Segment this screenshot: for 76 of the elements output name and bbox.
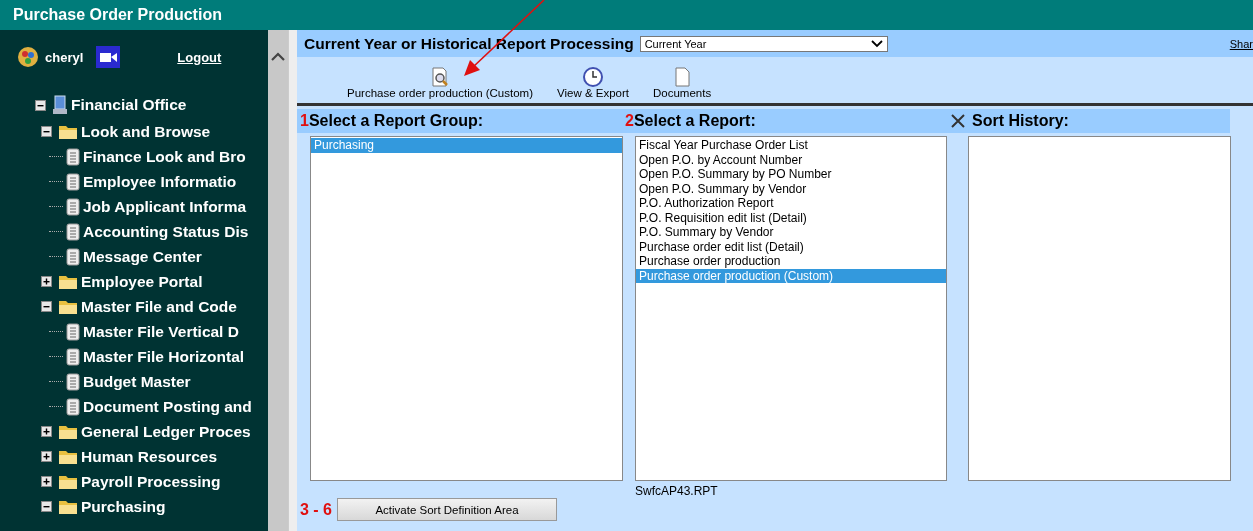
tree-item[interactable]: Message Center (83, 247, 202, 266)
scrollbar[interactable] (268, 30, 288, 531)
avatar-icon (17, 46, 39, 68)
tree-item[interactable]: Master File Horizontal (83, 347, 245, 366)
collapse-toggle[interactable] (41, 126, 52, 137)
list-item[interactable]: Open P.O. by Account Number (636, 152, 946, 167)
user-name: cheryl (45, 49, 84, 65)
collapse-toggle[interactable] (35, 99, 46, 111)
activate-button[interactable]: Activate Sort Definition Area (337, 498, 557, 521)
tree-item[interactable]: Job Applicant Informa (83, 197, 247, 216)
window-title: Purchase Order Production (13, 6, 222, 24)
tree-item[interactable]: Human Resources (81, 447, 218, 466)
page-icon (674, 67, 691, 87)
folder-icon (58, 423, 78, 440)
file-name: SwfcAP43.RPT (635, 484, 719, 498)
tree-item[interactable]: Finance Look and Bro (83, 147, 246, 166)
collapse-toggle[interactable] (41, 301, 52, 312)
folder-icon (58, 448, 78, 465)
section-title: Current Year or Historical Report Processing (304, 34, 634, 53)
folder-icon (58, 298, 78, 315)
page-magnifier-icon (430, 67, 450, 87)
document-icon (66, 197, 80, 216)
column-heading: Select a Report: (633, 112, 756, 130)
tree-item[interactable]: Document Posting and (83, 397, 252, 416)
tree-item[interactable]: General Ledger Proces (81, 422, 251, 441)
tree-item[interactable]: Master File Vertical D (83, 322, 239, 341)
list-item[interactable]: Purchase order production (636, 254, 946, 269)
step-range: 3 - 6 (300, 500, 332, 519)
folder-icon (58, 273, 78, 290)
document-icon (66, 247, 80, 266)
list-item[interactable]: Fiscal Year Purchase Order List (636, 138, 946, 153)
column-heading: Sort History: (972, 112, 1069, 130)
tree-item[interactable]: Purchasing (81, 497, 166, 516)
tree-item[interactable]: Payroll Processing (81, 472, 221, 491)
tree-item[interactable]: Accounting Status Dis (83, 222, 249, 241)
step-number: 1 (300, 112, 309, 130)
folder-icon (58, 473, 78, 490)
expand-toggle[interactable] (41, 476, 52, 487)
list-item[interactable]: P.O. Summary by Vendor (636, 225, 946, 240)
tree-item[interactable]: Master File and Code (81, 297, 237, 316)
tree-item[interactable]: Financial Office (71, 96, 187, 114)
clock-icon (582, 67, 604, 87)
document-icon (66, 172, 80, 191)
document-icon (66, 222, 80, 241)
list-item[interactable]: Purchase order edit list (Detail) (636, 239, 946, 254)
document-icon (66, 372, 80, 391)
folder-icon (58, 498, 78, 515)
expand-toggle[interactable] (41, 451, 52, 462)
document-icon (66, 322, 80, 341)
scroll-up-icon[interactable] (271, 52, 285, 61)
tree-item[interactable]: Employee Portal (81, 272, 203, 291)
tree-item[interactable]: Employee Informatio (83, 172, 237, 191)
logout-link[interactable]: Logout (177, 49, 222, 65)
chevron-down-icon (870, 39, 883, 48)
toolbar-button[interactable]: View & Export (555, 67, 631, 103)
document-icon (66, 397, 80, 416)
toolbar-button[interactable]: Documents (651, 67, 714, 103)
folder-icon (58, 123, 78, 140)
list-item[interactable]: P.O. Authorization Report (636, 196, 946, 211)
tree-item[interactable]: Budget Master (83, 372, 191, 391)
document-icon (66, 147, 80, 166)
expand-toggle[interactable] (41, 426, 52, 437)
video-camera-icon[interactable] (96, 46, 121, 68)
year-select[interactable]: Current Year (639, 35, 888, 52)
step-number: 2 (625, 112, 634, 130)
list-item[interactable]: Open P.O. Summary by PO Number (636, 167, 946, 182)
document-icon (66, 347, 80, 366)
share-link[interactable]: Shar (1229, 37, 1253, 50)
collapse-toggle[interactable] (41, 501, 52, 512)
computer-icon (52, 95, 68, 115)
list-item[interactable]: P.O. Requisition edit list (Detail) (636, 210, 946, 225)
list-item[interactable]: Open P.O. Summary by Vendor (636, 181, 946, 196)
tree-item[interactable]: Look and Browse (81, 122, 211, 141)
expand-toggle[interactable] (41, 276, 52, 287)
close-icon[interactable] (950, 113, 966, 129)
column-heading: Select a Report Group: (308, 112, 484, 130)
